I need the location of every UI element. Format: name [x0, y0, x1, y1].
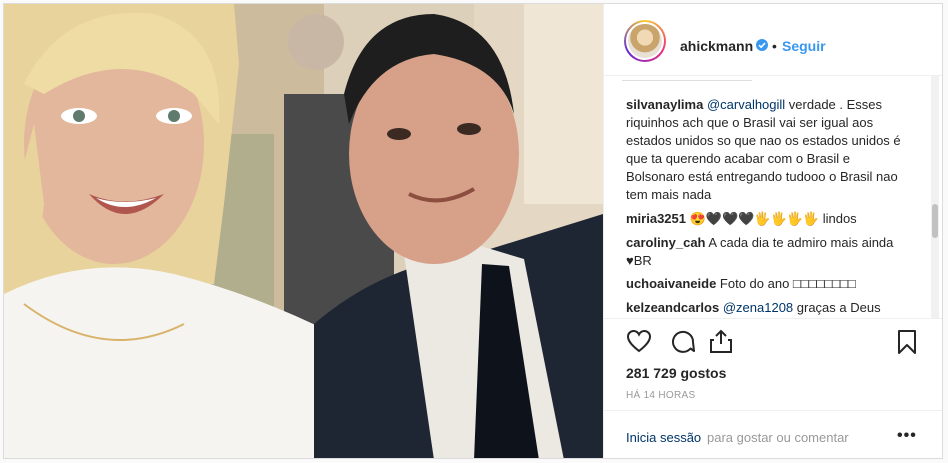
photo-illustration	[4, 4, 603, 458]
cutoff-comment	[622, 76, 752, 81]
username-link[interactable]: ahickmann	[680, 38, 753, 54]
comment-text: graças a Deus	[793, 300, 881, 315]
bookmark-icon[interactable]	[897, 329, 917, 360]
post-actions: 281 729 gostos HÁ 14 HORAS	[604, 318, 942, 418]
verified-badge-icon	[756, 39, 768, 51]
post-header: ahickmann • Seguir	[604, 4, 942, 76]
comments-list[interactable]: silvanaylima @carvalhogill verdade . Ess…	[604, 76, 942, 318]
comment-user[interactable]: silvanaylima	[626, 97, 703, 112]
post-photo[interactable]	[4, 4, 603, 458]
separator-dot: •	[772, 38, 777, 54]
comment-user[interactable]: kelzeandcarlos	[626, 300, 719, 315]
comment-user[interactable]: miria3251	[626, 211, 686, 226]
comment-icon[interactable]	[670, 329, 696, 358]
post-side-panel: ahickmann • Seguir silvanaylima @carvalh…	[603, 4, 942, 458]
comment-text: Foto do ano □□□□□□□□	[716, 276, 856, 291]
share-icon[interactable]	[708, 328, 734, 359]
comment: miria3251 😍🖤🖤🖤🖐🖐🖐🖐 lindos	[626, 210, 912, 228]
login-prompt: Inicia sessão para gostar ou comentar ••…	[604, 410, 942, 458]
more-options-button[interactable]: •••	[897, 427, 917, 445]
comment: uchoaivaneide Foto do ano □□□□□□□□	[626, 275, 912, 293]
avatar-image	[626, 22, 664, 60]
comments-scrollbar-track[interactable]	[931, 76, 939, 318]
avatar[interactable]	[624, 20, 666, 62]
comments-scrollbar-thumb[interactable]	[932, 204, 938, 238]
comment-text: 😍🖤🖤🖤🖐🖐🖐🖐 lindos	[686, 211, 857, 226]
comment: caroliny_cah A cada dia te admiro mais a…	[626, 234, 912, 270]
login-prompt-text: para gostar ou comentar	[707, 430, 849, 445]
post-time[interactable]: HÁ 14 HORAS	[626, 390, 695, 401]
comment-user[interactable]: uchoaivaneide	[626, 276, 716, 291]
comment-mention[interactable]: @carvalhogill	[707, 97, 785, 112]
comment: kelzeandcarlos @zena1208 graças a Deus	[626, 299, 912, 317]
comment-mention[interactable]: @zena1208	[723, 300, 793, 315]
comment-user[interactable]: caroliny_cah	[626, 235, 706, 250]
likes-count[interactable]: 281 729 gostos	[626, 365, 726, 381]
follow-button[interactable]: Seguir	[782, 38, 826, 54]
heart-icon[interactable]	[626, 329, 652, 358]
instagram-post: ahickmann • Seguir silvanaylima @carvalh…	[3, 3, 943, 459]
comment: silvanaylima @carvalhogill verdade . Ess…	[626, 96, 912, 204]
login-link[interactable]: Inicia sessão	[626, 430, 701, 445]
comment-text: verdade . Esses riquinhos ach que o Bras…	[626, 97, 901, 202]
